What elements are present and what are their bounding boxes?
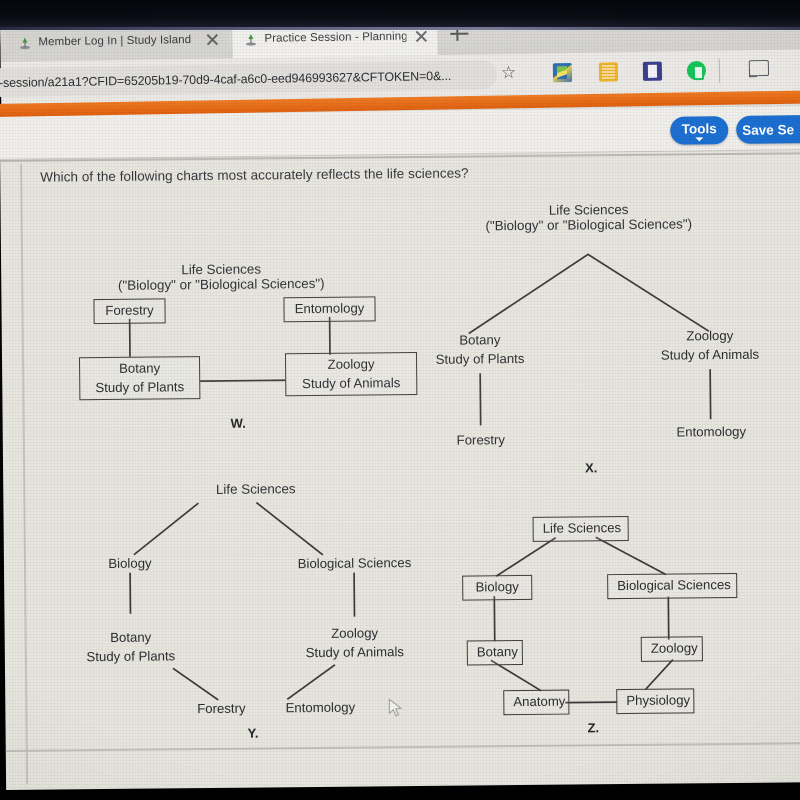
- chart-z-option-label: Z.: [587, 720, 600, 736]
- chart-w-node-zoology-line2: Study of Animals: [302, 374, 401, 391]
- chart-x-node-botany-line2: Study of Plants: [435, 350, 525, 367]
- chart-y-node-botany-line2: Study of Plants: [86, 648, 176, 664]
- tools-button[interactable]: Tools: [670, 116, 729, 145]
- chart-y-node-zoology-line2: Study of Animals: [305, 643, 405, 660]
- chart-y-title-line1: Life Sciences: [215, 481, 296, 497]
- chart-y-node-forestry-label: Forestry: [197, 700, 246, 717]
- question-page: Which of the following charts most accur…: [0, 142, 800, 790]
- chart-z-node-biological-sciences: Biological Sciences: [607, 572, 738, 599]
- chart-w-title: Life Sciences ("Biology" or "Biological …: [96, 261, 346, 293]
- chart-x-node-zoology-line2: Study of Animals: [660, 346, 760, 363]
- star-icon[interactable]: ☆: [501, 63, 517, 82]
- chart-y-node-entomology: Entomology: [240, 698, 400, 718]
- chart-w-node-botany-line1: Botany: [118, 360, 161, 376]
- chart-w-node-forestry: Forestry: [93, 298, 166, 324]
- chart-x-node-forestry-label: Forestry: [456, 432, 506, 448]
- chart-z-node-botany: Botany: [466, 640, 523, 666]
- chart-w-node-entomology-label: Entomology: [294, 300, 365, 317]
- chart-x-option-label: X.: [585, 460, 598, 476]
- chart-z-node-life-sciences: Life Sciences: [532, 515, 629, 542]
- chart-z-node-botany-label: Botany: [476, 644, 518, 660]
- browser-tab-1-title: Practice Session - Planning and: [264, 30, 407, 45]
- extension-icon-2[interactable]: [598, 62, 619, 82]
- save-session-button-label: Save Se: [742, 121, 795, 138]
- chart-w-option-label: W.: [230, 415, 246, 431]
- close-icon[interactable]: [204, 32, 220, 48]
- chart-z-connectors: [490, 536, 674, 704]
- chart-y-node-zoology: Zoology Study of Animals: [290, 624, 420, 663]
- chart-y-node-zoology-line1: Zoology: [331, 625, 379, 641]
- screenshot-root: Member Log In | Study Island Practice Se…: [0, 0, 800, 800]
- chart-y-title: Life Sciences: [183, 481, 328, 497]
- page-left-border: [20, 163, 28, 784]
- chart-option-w[interactable]: Life Sciences ("Biology" or "Biological …: [61, 262, 418, 469]
- chart-w-node-botany: Botany Study of Plants: [78, 356, 201, 401]
- chart-y-node-biology: Biology: [90, 554, 170, 574]
- chart-x-title-line2: ("Biology" or "Biological Sciences"): [485, 216, 693, 234]
- chart-option-z[interactable]: Life Sciences Biology Biological Science…: [444, 511, 776, 754]
- chart-x-node-botany-line1: Botany: [459, 332, 501, 348]
- chart-y-node-botany: Botany Study of Plants: [71, 628, 191, 667]
- study-island-icon: [18, 36, 31, 49]
- chart-x-node-zoology: Zoology Study of Animals: [644, 327, 776, 366]
- chart-y-option-label: Y.: [247, 725, 259, 741]
- chart-x-node-botany: Botany Study of Plants: [419, 331, 541, 370]
- chart-z-node-life-sciences-label: Life Sciences: [542, 520, 622, 536]
- chart-x-node-zoology-line1: Zoology: [686, 327, 734, 344]
- address-bar[interactable]: -session/a21a1?CFID=65205b19-70d9-4caf-a…: [0, 60, 498, 98]
- chart-y-node-biological-sciences: Biological Sciences: [277, 554, 432, 574]
- chart-z-node-anatomy-label: Anatomy: [513, 693, 566, 710]
- chart-x-title: Life Sciences ("Biology" or "Biological …: [449, 201, 729, 234]
- chart-z-node-anatomy: Anatomy: [503, 689, 570, 715]
- monitor-bezel: [0, 0, 800, 30]
- chart-y-node-botany-line1: Botany: [110, 629, 152, 645]
- chart-w-node-forestry-label: Forestry: [105, 302, 154, 318]
- chart-option-x[interactable]: Life Sciences ("Biology" or "Biological …: [419, 201, 763, 475]
- chart-y-node-biological-sciences-label: Biological Sciences: [297, 555, 412, 572]
- chart-z-node-biological-sciences-label: Biological Sciences: [617, 577, 731, 594]
- chart-z-node-biology-label: Biology: [475, 579, 519, 595]
- chevron-down-icon: [695, 137, 704, 142]
- extension-icon-4[interactable]: [687, 61, 706, 80]
- chart-x-node-forestry: Forestry: [441, 431, 521, 451]
- address-bar-url: -session/a21a1?CFID=65205b19-70d9-4caf-a…: [0, 68, 452, 90]
- chart-x-node-entomology-label: Entomology: [676, 423, 747, 440]
- extension-icon-1[interactable]: [552, 63, 573, 83]
- chart-w-node-zoology: Zoology Study of Animals: [284, 352, 418, 397]
- chart-z-node-physiology: Physiology: [616, 688, 695, 714]
- chart-y-node-biology-label: Biology: [108, 555, 152, 571]
- chart-w-node-entomology: Entomology: [283, 296, 376, 323]
- tools-button-label: Tools: [681, 121, 717, 137]
- save-session-button[interactable]: Save Se: [736, 114, 800, 144]
- extension-icon-3[interactable]: [642, 61, 663, 81]
- chart-z-node-biology: Biology: [462, 574, 533, 601]
- chart-y-node-entomology-label: Entomology: [285, 699, 356, 716]
- toolbar-divider: [718, 58, 721, 83]
- mouse-pointer-icon: [388, 698, 404, 718]
- chart-w-node-botany-line2: Study of Plants: [95, 378, 185, 395]
- browser-tab-0-title: Member Log In | Study Island: [38, 34, 192, 49]
- chart-option-y[interactable]: Life Sciences Biology Biological Science…: [73, 476, 436, 749]
- question-prompt: Which of the following charts most accur…: [40, 165, 469, 185]
- chart-w-title-line2: ("Biology" or "Biological Sciences"): [117, 275, 325, 293]
- chart-z-node-physiology-label: Physiology: [626, 692, 691, 709]
- chart-z-node-zoology: Zoology: [640, 636, 703, 662]
- study-island-icon: [244, 32, 257, 46]
- close-icon[interactable]: [413, 28, 429, 44]
- chart-w-node-zoology-line1: Zoology: [327, 356, 375, 372]
- chart-z-node-zoology-label: Zoology: [650, 640, 698, 656]
- cast-icon[interactable]: [749, 60, 769, 77]
- chart-x-node-entomology: Entomology: [663, 423, 760, 443]
